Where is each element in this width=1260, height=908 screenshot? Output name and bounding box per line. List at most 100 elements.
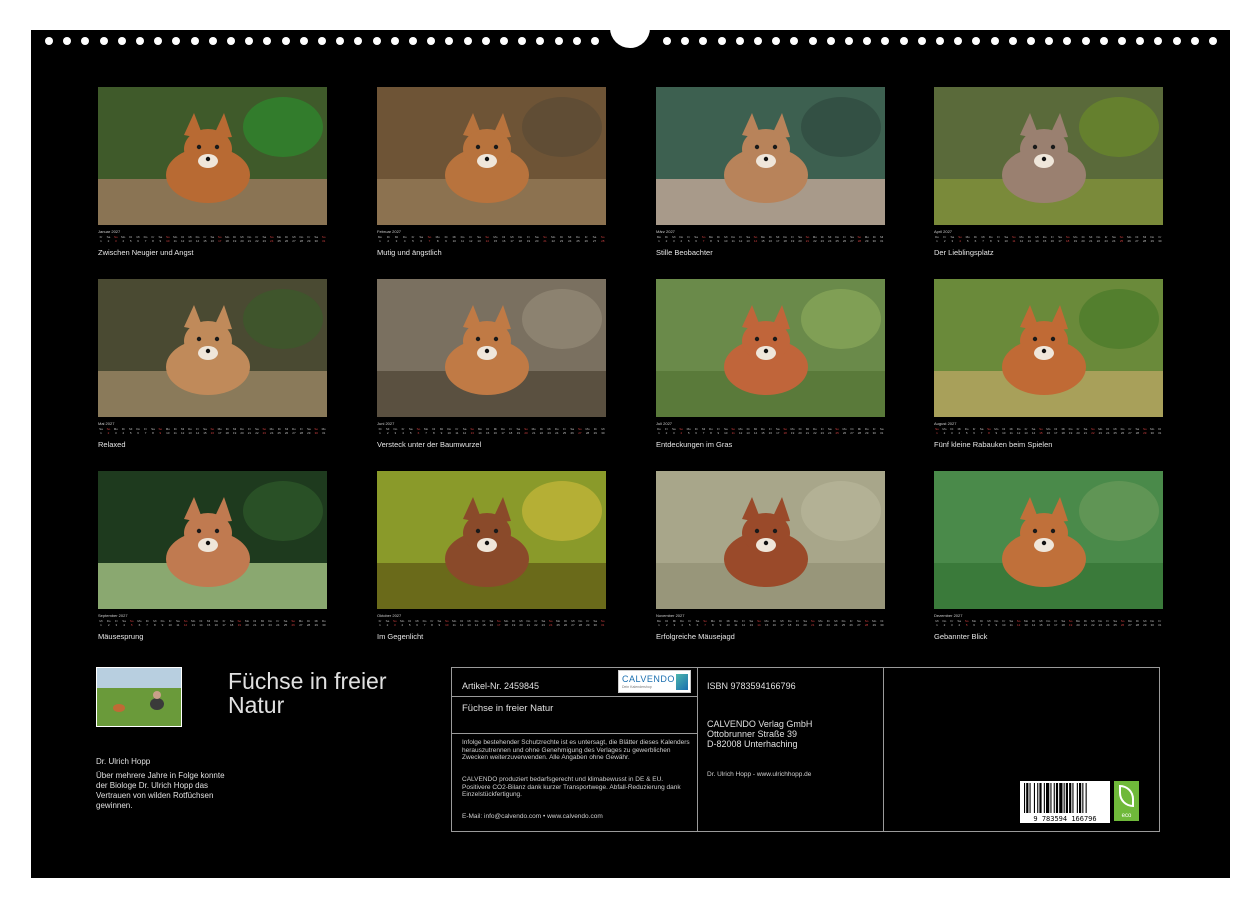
calendar-day: So 17	[496, 619, 501, 627]
binding-hole	[518, 37, 527, 45]
calendar-day: So 30	[314, 427, 319, 435]
month-caption: Zwischen Neugier und Angst	[98, 248, 194, 257]
calendar-day: Mi 29	[1143, 619, 1147, 627]
binding-hole	[208, 37, 217, 45]
calendar-day: Mi 18	[1061, 427, 1065, 435]
binding-hole	[917, 37, 926, 45]
calendar-day: Mi 24	[834, 619, 838, 627]
calendar-day: Mi 25	[1113, 427, 1117, 435]
calendar-day: Mi 11	[1009, 427, 1013, 435]
calendar-day: Do 23	[268, 619, 273, 627]
logo-text: CALVENDO	[622, 674, 675, 684]
calendar-day: Di 22	[539, 427, 544, 435]
month-name: Oktober 2027	[377, 613, 402, 618]
calendar-day: Sa 16	[489, 619, 494, 627]
calendar-day: Sa 30	[314, 235, 319, 243]
calendar-day: Do 3	[393, 427, 398, 435]
calendar-day: Mi 23	[547, 427, 551, 435]
calendar-day: Do 10	[447, 427, 452, 435]
calendar-day: Sa 27	[850, 235, 854, 243]
calendar-day: Mi 8	[987, 619, 991, 627]
leaf-icon	[1119, 785, 1134, 807]
calendar-day: Mo 28	[585, 427, 590, 435]
calendar-day: Sa 27	[857, 619, 861, 627]
binding-hole	[554, 37, 563, 45]
calendar-day: Sa 2	[106, 235, 111, 243]
month-card: Juni 2027 Di 1 Mi 2 Do 3 Fr 4 Sa 5 So 6 Mo 7 Di 8 Mi 9 Do 10…	[377, 279, 606, 449]
calendar-day: Mi 27	[571, 619, 575, 627]
eco-badge: eco	[1114, 781, 1139, 821]
binding-hole	[336, 37, 345, 45]
calendar-day: Sa 10	[1004, 235, 1009, 243]
calendar-day: Di 20	[1081, 235, 1085, 243]
fox-photo	[656, 87, 885, 225]
calendar-day: Fr 19	[526, 235, 531, 243]
month-caption: Im Gegenlicht	[377, 632, 424, 641]
binding-hole	[245, 37, 254, 45]
calendar-day: Sa 6	[419, 235, 424, 243]
calendar-day: Mi 10	[452, 235, 456, 243]
calendar-day: Fr 12	[469, 235, 473, 243]
binding-hole	[1154, 37, 1163, 45]
binding-hole	[717, 37, 726, 45]
calendar-day: Mo 29	[864, 235, 869, 243]
calendar-day: Fr 17	[1054, 619, 1058, 627]
calendar-day: Do 4	[679, 235, 684, 243]
calendar-day: Do 22	[1096, 235, 1101, 243]
calendar-day: Fr 23	[820, 427, 824, 435]
divider	[452, 696, 697, 697]
calendar-day: Sa 26	[570, 427, 575, 435]
month-card: Dezember 2027 Mi 1 Do 2 Fr 3 Sa 4 So 5 Mo 6 Di 7 Mi 8 Do 9…	[934, 471, 1163, 641]
calendar-day: Fr 25	[562, 427, 567, 435]
binding-hole	[808, 37, 817, 45]
calendar-day: Fr 29	[586, 619, 590, 627]
barcode: 9 783594 166796	[1020, 781, 1110, 823]
calendar-day: Mo 11	[452, 619, 457, 627]
calendar-day: Mi 20	[240, 235, 244, 243]
calendar-day: So 1	[935, 427, 939, 435]
calendar-day: So 3	[393, 619, 397, 627]
author-photo	[96, 667, 182, 727]
calendar-day: Di 9	[719, 619, 722, 627]
calendar-day: Do 19	[1068, 427, 1073, 435]
calendar-day: Do 6	[136, 427, 141, 435]
binding-hole	[81, 37, 90, 45]
calendar-day: Mi 14	[1035, 235, 1039, 243]
calendar-day: Di 19	[511, 619, 516, 627]
article-number: Artikel-Nr. 2459845	[462, 681, 540, 691]
calendar-day: Sa 13	[746, 235, 750, 243]
fox-photo	[934, 279, 1163, 417]
binding-hole	[1045, 37, 1054, 45]
binding-hole	[1209, 37, 1217, 45]
calendar-day: Fr 5	[688, 619, 692, 627]
month-caption: Mäusesprung	[98, 632, 144, 641]
month-card: Februar 2027 Mo 1 Di 2 Mi 3 Do 4 Fr 5 Sa 6 So 7 Mo 8 Di 9 M…	[377, 87, 606, 257]
calendar-day: So 12	[1016, 619, 1021, 627]
calendar-day: Do 9	[160, 619, 165, 627]
calendar-day: Fr 26	[842, 235, 847, 243]
calendar-day: Di 23	[826, 619, 830, 627]
binding-hole	[826, 37, 835, 45]
calendar-day: So 24	[548, 619, 553, 627]
calendar-day: Fr 6	[972, 427, 976, 435]
calendar-day: Sa 15	[203, 427, 207, 435]
calendar-day: Di 9	[716, 235, 720, 243]
fox-photo	[656, 471, 885, 609]
calendar-day: Sa 24	[827, 427, 832, 435]
calendar-day: So 6	[416, 427, 421, 435]
month-days: Fr 1 Sa 2 So 3 Mo 4 Di 5 Mi 6 Do 7 Fr 8 Sa 9 So 10 Mo 11 Di 12 M…	[98, 235, 327, 245]
calendar-day: Di 6	[974, 235, 977, 243]
calendar-day: Sa 16	[210, 235, 215, 243]
calendar-day: So 29	[1142, 427, 1147, 435]
calendar-day: Fr 5	[411, 235, 415, 243]
calendar-day: Do 4	[680, 619, 684, 627]
calendar-day: Sa 7	[979, 427, 984, 435]
calendar-day: Di 18	[225, 427, 229, 435]
divider	[452, 733, 697, 734]
binding-hole	[1136, 37, 1145, 45]
calendar-day: Mi 6	[415, 619, 419, 627]
calendar-day: So 21	[810, 619, 815, 627]
calendar-day: Do 16	[1046, 619, 1051, 627]
calendar-day: Di 19	[232, 235, 237, 243]
calendar-day: So 18	[1065, 235, 1070, 243]
